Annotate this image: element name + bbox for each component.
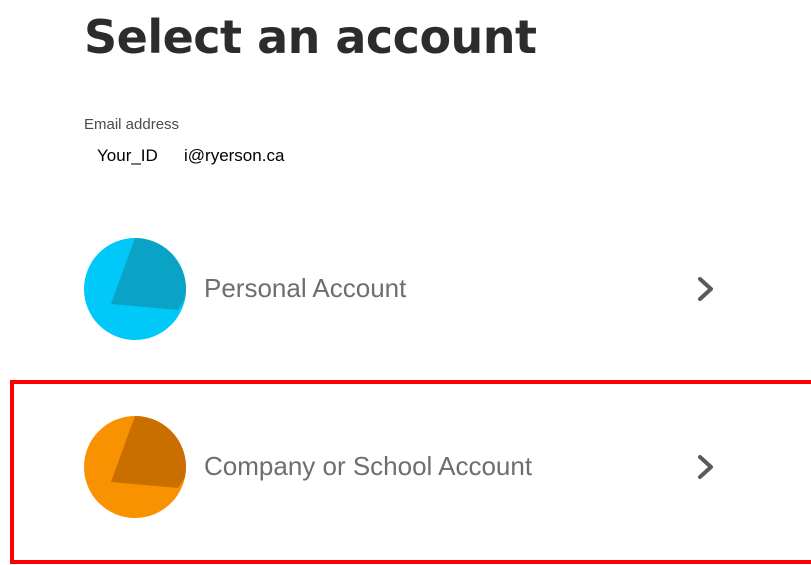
company-account-avatar-icon (84, 416, 186, 518)
company-school-account-button[interactable]: Company or School Account (84, 412, 734, 522)
chevron-right-icon (698, 455, 713, 479)
email-id-placeholder: Your_ID (97, 146, 158, 165)
personal-account-label: Personal Account (204, 273, 407, 303)
company-account-label: Company or School Account (204, 451, 533, 481)
page-title: Select an account (84, 10, 537, 64)
personal-account-avatar-icon (84, 238, 186, 340)
email-value: Your_ID i@ryerson.ca (97, 146, 284, 166)
personal-account-button[interactable]: Personal Account (84, 234, 734, 344)
email-label: Email address (84, 116, 180, 133)
email-domain: i@ryerson.ca (184, 146, 285, 165)
chevron-right-icon (698, 277, 713, 301)
